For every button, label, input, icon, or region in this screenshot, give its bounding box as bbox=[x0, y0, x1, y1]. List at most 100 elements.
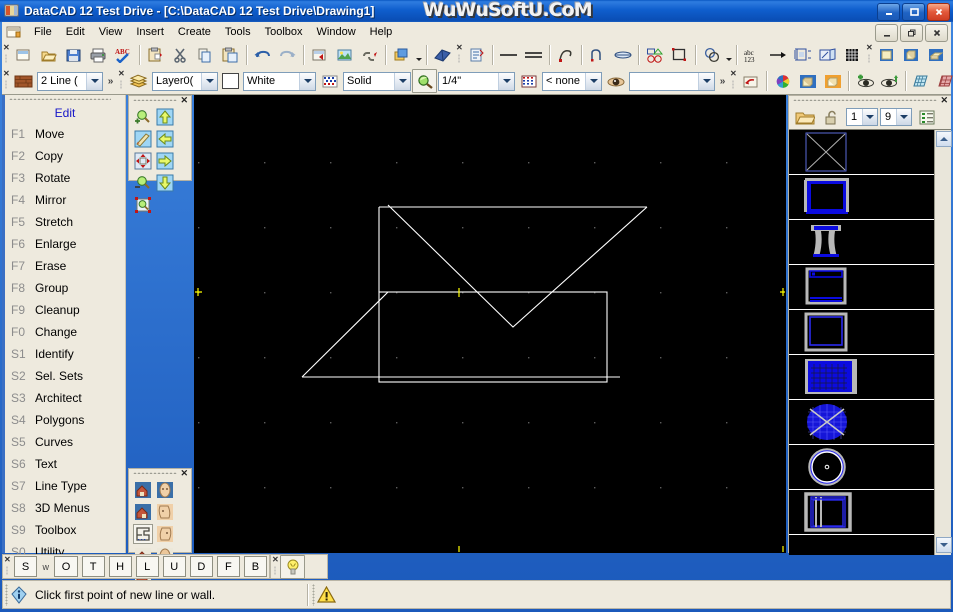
layers-icon[interactable] bbox=[389, 43, 414, 67]
text-abc123-icon[interactable]: abc 123 bbox=[740, 43, 765, 67]
polyline-icon[interactable] bbox=[553, 43, 578, 67]
edit-item-toolbox[interactable]: S9 Toolbox bbox=[5, 519, 125, 541]
edit-item-move[interactable]: F1 Move bbox=[5, 123, 125, 145]
edit-item-sel-sets[interactable]: S2 Sel. Sets bbox=[5, 365, 125, 387]
zoom-in-icon[interactable] bbox=[133, 107, 153, 127]
scale-combo[interactable]: 1/4" bbox=[438, 71, 515, 91]
insert-object-icon[interactable] bbox=[307, 43, 332, 67]
layers-stack-icon[interactable] bbox=[126, 69, 151, 93]
drawing-canvas[interactable] bbox=[194, 95, 786, 553]
view-right-icon[interactable] bbox=[155, 524, 175, 544]
circle-icon[interactable] bbox=[699, 43, 724, 67]
list-item[interactable] bbox=[789, 490, 934, 535]
shade-box-icon[interactable] bbox=[795, 69, 820, 93]
color-swatch-icon[interactable] bbox=[222, 73, 239, 89]
ellipse-icon[interactable] bbox=[610, 43, 635, 67]
dimension-icon[interactable] bbox=[790, 43, 815, 67]
minimize-button[interactable] bbox=[877, 3, 900, 21]
chevron-down-icon[interactable] bbox=[394, 72, 410, 90]
menu-toolbox[interactable]: Toolbox bbox=[258, 24, 310, 40]
menu-window[interactable]: Window bbox=[310, 24, 363, 40]
snap-button-f[interactable]: F bbox=[216, 556, 240, 577]
chevron-down-icon[interactable] bbox=[86, 72, 102, 90]
list-item[interactable] bbox=[789, 355, 934, 400]
edit-item-cleanup[interactable]: F9 Cleanup bbox=[5, 299, 125, 321]
chevron-down-icon[interactable] bbox=[201, 72, 217, 90]
scroll-down-button[interactable] bbox=[936, 537, 952, 553]
cut-icon[interactable] bbox=[168, 43, 193, 67]
edit-item-text[interactable]: S6 Text bbox=[5, 453, 125, 475]
undo-icon[interactable] bbox=[250, 43, 275, 67]
hatch-pattern-icon[interactable] bbox=[516, 69, 541, 93]
scroll-up-button[interactable] bbox=[936, 131, 952, 147]
close-icon[interactable]: ✕ bbox=[180, 469, 188, 478]
toolbar-grip[interactable]: ✕ bbox=[2, 69, 11, 93]
close-icon[interactable]: ✕ bbox=[940, 96, 948, 105]
print-icon[interactable] bbox=[86, 43, 111, 67]
view-plan-icon[interactable] bbox=[133, 524, 153, 544]
pan-down-icon[interactable] bbox=[155, 173, 175, 193]
pan-left-icon[interactable] bbox=[155, 129, 175, 149]
snap-button-d[interactable]: D bbox=[189, 556, 213, 577]
copy-icon[interactable] bbox=[193, 43, 218, 67]
edit-item-identify[interactable]: S1 Identify bbox=[5, 343, 125, 365]
canvas-svg[interactable] bbox=[195, 96, 786, 553]
zoom-out-icon[interactable] bbox=[133, 173, 153, 193]
menu-create[interactable]: Create bbox=[171, 24, 218, 40]
snap-button-s[interactable]: S bbox=[14, 556, 38, 577]
box-icon[interactable] bbox=[899, 43, 924, 67]
edit-item-erase[interactable]: F7 Erase bbox=[5, 255, 125, 277]
circle-dropdown-caret[interactable] bbox=[724, 44, 733, 66]
open-icon[interactable] bbox=[36, 43, 61, 67]
snap-button-u[interactable]: U bbox=[162, 556, 186, 577]
arrow-icon[interactable] bbox=[765, 43, 790, 67]
mesh-icon[interactable] bbox=[909, 69, 934, 93]
panel-grip[interactable]: ✕ bbox=[789, 96, 951, 105]
spellcheck-icon[interactable]: ABC bbox=[111, 43, 136, 67]
panel-grip[interactable]: ✕ bbox=[129, 469, 191, 478]
solid-red-icon[interactable] bbox=[934, 69, 953, 93]
edit-item-3d-menus[interactable]: S8 3D Menus bbox=[5, 497, 125, 519]
edit-item-rotate[interactable]: F3 Rotate bbox=[5, 167, 125, 189]
page-combo[interactable]: 1 bbox=[846, 108, 878, 126]
panel-grip[interactable]: ✕ bbox=[129, 96, 191, 105]
close-icon[interactable]: ✕ bbox=[180, 96, 188, 105]
color-combo[interactable]: White bbox=[243, 71, 316, 91]
list-item[interactable] bbox=[789, 400, 934, 445]
chevron-down-icon[interactable] bbox=[896, 109, 911, 125]
snap-button-b[interactable]: B bbox=[243, 556, 267, 577]
scale-magnifier-icon[interactable] bbox=[412, 69, 437, 93]
zoom-window-icon[interactable] bbox=[133, 195, 153, 215]
edit-item-mirror[interactable]: F4 Mirror bbox=[5, 189, 125, 211]
layer-combo[interactable]: Layer0( bbox=[152, 71, 218, 91]
toolbar-grip[interactable]: ✕ bbox=[271, 555, 280, 579]
render-box-icon[interactable] bbox=[820, 69, 845, 93]
mdi-restore-button[interactable] bbox=[900, 24, 923, 42]
toolbar-grip[interactable]: ✕ bbox=[2, 43, 11, 67]
count-combo[interactable]: 9 bbox=[880, 108, 912, 126]
edit-item-polygons[interactable]: S4 Polygons bbox=[5, 409, 125, 431]
chevron-down-icon[interactable] bbox=[498, 72, 514, 90]
toolbar-grip[interactable]: ✕ bbox=[865, 43, 874, 67]
edit-item-group[interactable]: F8 Group bbox=[5, 277, 125, 299]
mdi-close-button[interactable] bbox=[925, 24, 948, 42]
slab-icon[interactable] bbox=[924, 43, 949, 67]
save-icon[interactable] bbox=[61, 43, 86, 67]
edit-item-line-type[interactable]: S7 Line Type bbox=[5, 475, 125, 497]
grid-icon[interactable] bbox=[840, 43, 865, 67]
edit-item-copy[interactable]: F2 Copy bbox=[5, 145, 125, 167]
eye-move-icon[interactable] bbox=[877, 69, 902, 93]
edit-item-curves[interactable]: S5 Curves bbox=[5, 431, 125, 453]
toolbar-grip[interactable]: ✕ bbox=[3, 555, 12, 579]
view-left-icon[interactable] bbox=[155, 502, 175, 522]
single-line-icon[interactable] bbox=[496, 43, 521, 67]
color-wheel-icon[interactable] bbox=[770, 69, 795, 93]
edit-item-architect[interactable]: S3 Architect bbox=[5, 387, 125, 409]
list-item[interactable] bbox=[789, 220, 934, 265]
view-front-right-icon[interactable] bbox=[133, 502, 153, 522]
line-style-combo[interactable]: Solid bbox=[343, 71, 411, 91]
line-type-combo[interactable]: 2 Line ( bbox=[37, 71, 103, 91]
snap-button-l[interactable]: L bbox=[135, 556, 159, 577]
list-item[interactable] bbox=[789, 265, 934, 310]
snap-button-h[interactable]: H bbox=[108, 556, 132, 577]
